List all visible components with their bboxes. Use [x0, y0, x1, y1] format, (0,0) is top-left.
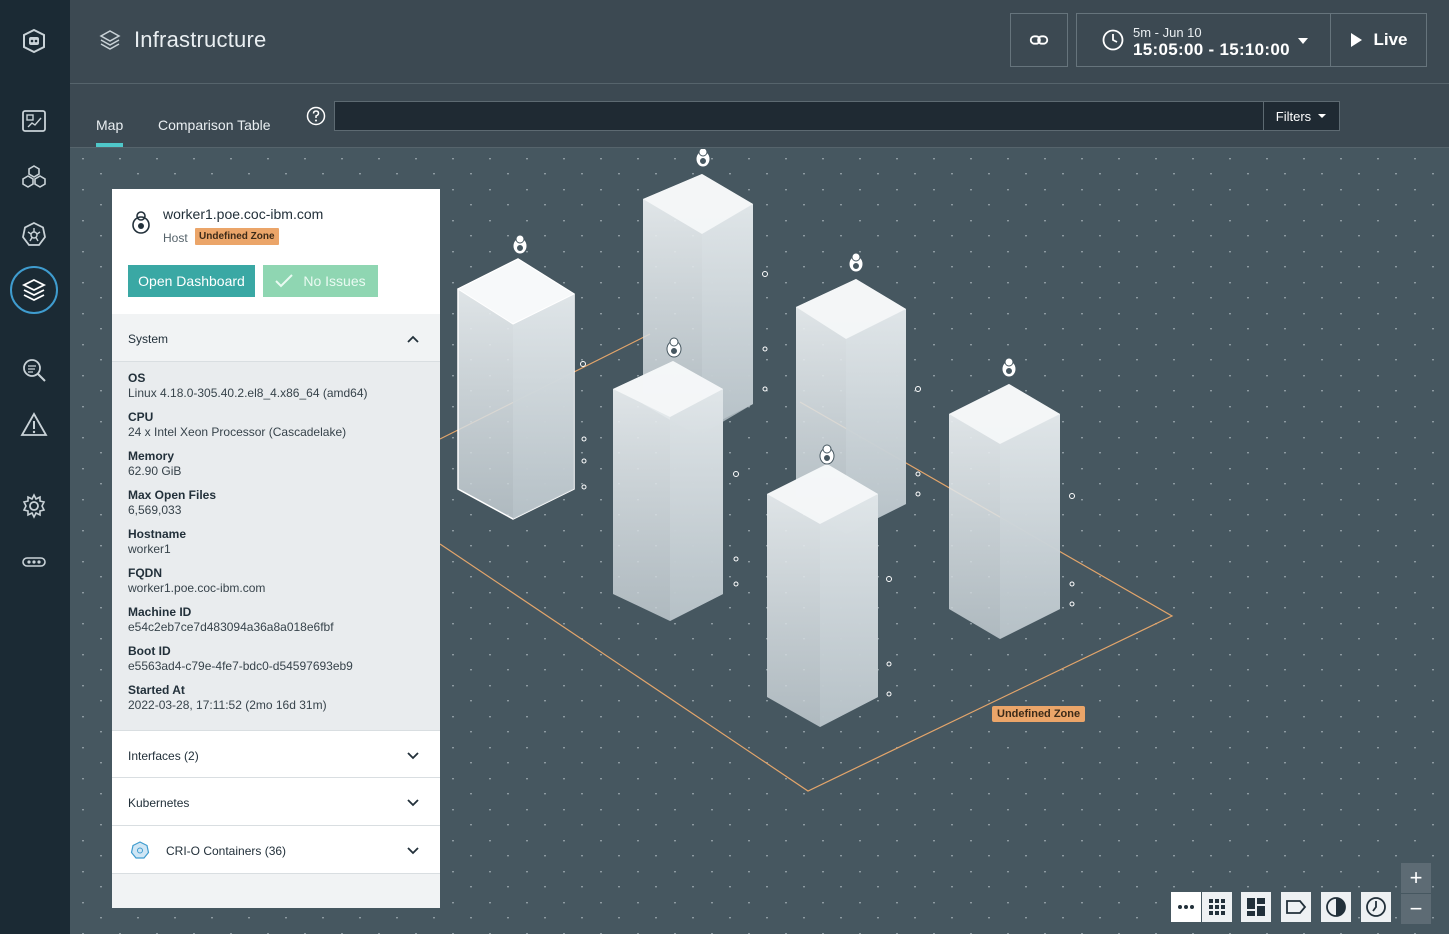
timeline-button[interactable] — [1361, 892, 1391, 922]
infrastructure-icon[interactable] — [10, 266, 58, 314]
zone-badge: Undefined Zone — [195, 228, 279, 245]
prop-value: worker1 — [128, 542, 171, 556]
live-button[interactable]: Live — [1330, 13, 1427, 67]
help-icon[interactable] — [306, 106, 326, 126]
open-dashboard-button[interactable]: Open Dashboard — [128, 265, 255, 297]
more-icon[interactable] — [14, 542, 54, 582]
prop-value: 2022-03-28, 17:11:52 (2mo 16d 31m) — [128, 698, 327, 712]
prop-key: Started At — [128, 683, 185, 697]
chevron-down-icon — [1318, 114, 1327, 118]
host-tower-selected[interactable] — [456, 258, 576, 520]
grid-layout-button[interactable] — [1202, 892, 1232, 922]
color-by-button[interactable] — [1321, 892, 1351, 922]
host-name: worker1.poe.coc-ibm.com — [163, 206, 324, 222]
applications-icon[interactable] — [14, 157, 54, 197]
chevron-down-icon — [407, 847, 419, 855]
tab-comparison-table[interactable]: Comparison Table — [158, 117, 271, 133]
filters-button[interactable]: Filters — [1263, 101, 1340, 131]
time-range-label: 5m - Jun 10 — [1133, 25, 1202, 40]
checkmark-icon — [275, 274, 294, 288]
system-properties: OS Linux 4.18.0-305.40.2.el8_4.x86_64 (am… — [112, 362, 440, 730]
prop-value: Linux 4.18.0-305.40.2.el8_4.x86_64 (amd6… — [128, 386, 368, 400]
tabs-bar: Map Comparison Table Filters — [70, 84, 1449, 148]
prop-key: FQDN — [128, 566, 162, 580]
prop-value: worker1.poe.coc-ibm.com — [128, 581, 266, 595]
link-icon — [1029, 35, 1049, 45]
linux-icon — [132, 211, 150, 234]
prop-key: Memory — [128, 449, 175, 463]
chevron-down-icon — [407, 752, 419, 760]
analyze-icon[interactable] — [14, 350, 54, 390]
prop-key: Boot ID — [128, 644, 171, 658]
section-interfaces-label: Interfaces (2) — [128, 749, 199, 763]
host-type: Host — [163, 231, 188, 245]
prop-key: Machine ID — [128, 605, 192, 619]
section-system-label: System — [128, 332, 169, 346]
host-tower[interactable] — [613, 361, 723, 621]
chevron-down-icon — [1298, 38, 1308, 44]
clock-icon — [1366, 897, 1386, 917]
dashboard-icon[interactable] — [14, 101, 54, 141]
alert-icon[interactable] — [14, 405, 54, 445]
chevron-down-icon — [407, 799, 419, 807]
play-icon — [1351, 33, 1363, 47]
grid-icon — [1209, 899, 1225, 915]
zoom-in-button[interactable]: + — [1401, 863, 1431, 893]
section-containers-label: CRI-O Containers (36) — [166, 844, 287, 858]
tag-icon — [1286, 900, 1307, 914]
search-input[interactable] — [334, 101, 1264, 131]
kubernetes-icon[interactable] — [14, 214, 54, 254]
filters-label: Filters — [1275, 108, 1312, 124]
prop-value: e54c2eb7ce7d483094a36a8a018e6fbf — [128, 620, 334, 634]
kubernetes-icon — [130, 841, 150, 859]
section-kubernetes-label: Kubernetes — [128, 796, 190, 810]
prop-key: CPU — [128, 410, 154, 424]
settings-icon[interactable] — [14, 486, 54, 526]
prop-value: 6,569,033 — [128, 503, 182, 517]
section-containers[interactable]: CRI-O Containers (36) — [112, 826, 440, 874]
zone-label[interactable]: Undefined Zone — [992, 706, 1086, 722]
page-title: Infrastructure — [134, 27, 267, 52]
section-interfaces[interactable]: Interfaces (2) — [112, 730, 440, 778]
zoom-out-button[interactable]: − — [1401, 894, 1431, 924]
prop-key: Max Open Files — [128, 488, 217, 502]
top-header: Infrastructure 5m - Jun 10 15:05:00 - 15… — [70, 0, 1449, 84]
chevron-up-icon — [407, 335, 419, 343]
sidebar-nav — [0, 0, 70, 934]
clock-icon — [1102, 29, 1124, 51]
no-issues-label: No Issues — [303, 273, 366, 289]
layout-dots-button[interactable] — [1171, 892, 1201, 922]
infrastructure-title-icon — [99, 30, 121, 50]
prop-value: 62.90 GiB — [128, 464, 182, 478]
time-picker-button[interactable]: 5m - Jun 10 15:05:00 - 15:10:00 — [1076, 13, 1331, 67]
no-issues-button[interactable]: No Issues — [263, 265, 378, 297]
dashboard-layout-icon — [1247, 898, 1265, 916]
group-layout-button[interactable] — [1241, 892, 1271, 922]
prop-value: e5563ad4-c79e-4fe7-bdc0-d54597693eb9 — [128, 659, 353, 673]
tab-map[interactable]: Map — [96, 117, 124, 147]
host-tower[interactable] — [767, 464, 878, 727]
color-palette-icon — [1326, 897, 1346, 917]
more-horizontal-icon — [1178, 905, 1194, 909]
host-tower[interactable] — [949, 384, 1060, 639]
panel-header: worker1.poe.coc-ibm.com Host Undefined Z… — [112, 189, 440, 314]
prop-value: 24 x Intel Xeon Processor (Cascadelake) — [128, 425, 347, 439]
copy-link-button[interactable] — [1010, 13, 1068, 67]
time-range-value: 15:05:00 - 15:10:00 — [1133, 40, 1290, 59]
prop-key: Hostname — [128, 527, 187, 541]
tag-button[interactable] — [1281, 892, 1311, 922]
section-kubernetes[interactable]: Kubernetes — [112, 778, 440, 826]
host-detail-panel: worker1.poe.coc-ibm.com Host Undefined Z… — [112, 189, 440, 908]
prop-key: OS — [128, 371, 146, 385]
live-label: Live — [1373, 30, 1408, 49]
section-system[interactable]: System — [112, 314, 440, 362]
robot-logo-icon[interactable] — [14, 21, 54, 61]
